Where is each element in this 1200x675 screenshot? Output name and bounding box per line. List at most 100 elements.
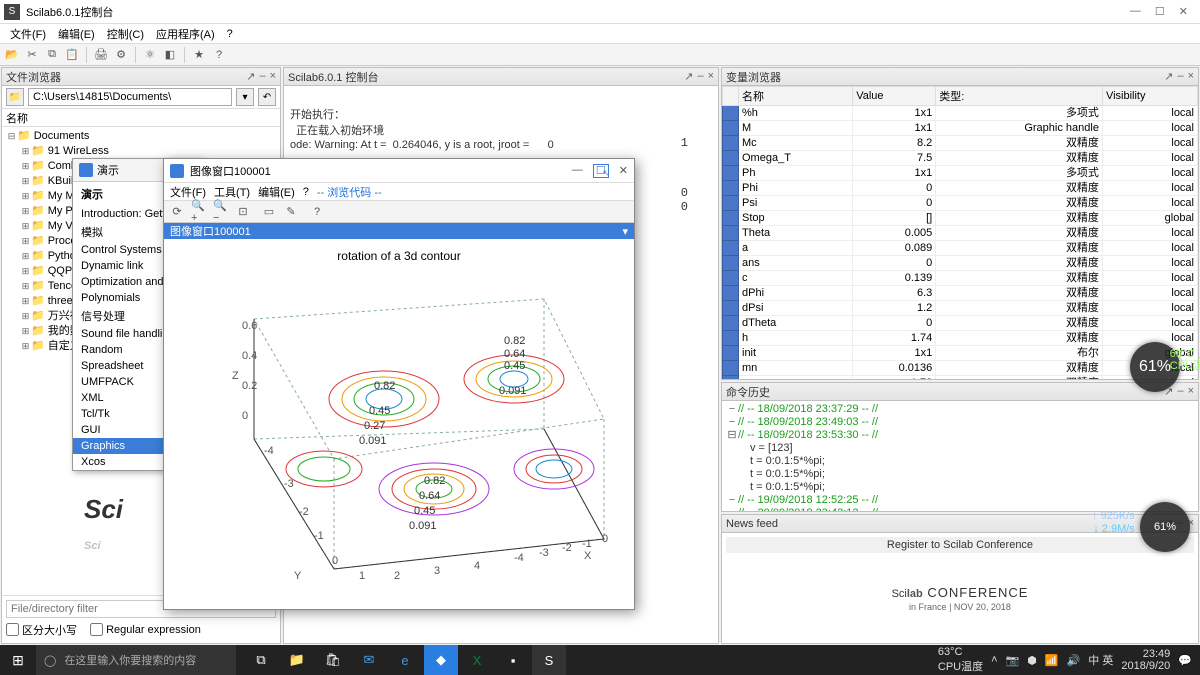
tray-wifi-icon[interactable]: 📶 bbox=[1045, 654, 1059, 667]
tray-clock[interactable]: 23:49 2018/9/20 bbox=[1121, 648, 1170, 672]
copy-icon[interactable]: ⧉ bbox=[44, 47, 60, 63]
table-row[interactable]: init1x1布尔global bbox=[723, 346, 1198, 361]
history-line[interactable]: v = [123] bbox=[726, 442, 1194, 455]
tray-temp[interactable]: 63°CCPU温度 bbox=[938, 646, 983, 674]
zoom-out-icon[interactable]: 🔍− bbox=[212, 203, 230, 221]
datatip-icon[interactable]: ✎ bbox=[282, 203, 300, 221]
undock-icon[interactable]: ↗ bbox=[1164, 70, 1173, 83]
gfx-help-icon[interactable]: ? bbox=[308, 203, 326, 221]
gfx-menu-tools[interactable]: 工具(T) bbox=[214, 184, 250, 200]
close-icon[interactable]: ✕ bbox=[1179, 5, 1188, 18]
app-store-icon[interactable]: 🛍 bbox=[316, 645, 350, 675]
table-row[interactable]: c0.139双精度local bbox=[723, 271, 1198, 286]
table-row[interactable]: h1.74双精度local bbox=[723, 331, 1198, 346]
gfx-tab-label[interactable]: 图像窗口100001 bbox=[170, 223, 622, 239]
gfx-menu-file[interactable]: 文件(F) bbox=[170, 184, 206, 200]
table-row[interactable]: Psi0双精度local bbox=[723, 196, 1198, 211]
maximize-icon[interactable]: ☐ bbox=[1155, 5, 1165, 18]
close-panel-icon[interactable]: × bbox=[270, 70, 276, 83]
minimize-panel-icon[interactable]: – bbox=[697, 70, 703, 83]
rotate-icon[interactable]: ⟳ bbox=[168, 203, 186, 221]
close-panel-icon[interactable]: × bbox=[1188, 385, 1194, 398]
gfx-menu-help[interactable]: ? bbox=[303, 186, 309, 198]
app-excel-icon[interactable]: X bbox=[460, 645, 494, 675]
help-icon[interactable]: ? bbox=[211, 47, 227, 63]
table-row[interactable]: Mc8.2双精度local bbox=[723, 136, 1198, 151]
print-icon[interactable]: 🖨 bbox=[93, 47, 109, 63]
tree-node[interactable]: ⊞📁91 WireLess bbox=[2, 144, 280, 159]
settings-icon[interactable]: ⚙ bbox=[113, 47, 129, 63]
history-body[interactable]: −// -- 18/09/2018 23:37:29 -- //−// -- 1… bbox=[722, 401, 1198, 511]
search-box[interactable]: ◯ 在这里输入你要搜索的内容 bbox=[36, 645, 236, 675]
close-panel-icon[interactable]: × bbox=[708, 70, 714, 83]
network-widget[interactable]: 61% ↑ 925K/s↓ 2.9M/s bbox=[1140, 502, 1190, 552]
table-row[interactable]: Theta0.005双精度local bbox=[723, 226, 1198, 241]
gfx-close-icon[interactable]: ✕ bbox=[619, 164, 628, 178]
atom-icon[interactable]: ⚛ bbox=[142, 47, 158, 63]
minimize-icon[interactable]: — bbox=[1130, 5, 1141, 18]
table-row[interactable]: mn0.0136双精度local bbox=[723, 361, 1198, 376]
path-input[interactable] bbox=[28, 88, 232, 106]
menu-file[interactable]: 文件(F) bbox=[6, 26, 50, 42]
tray-notifications-icon[interactable]: 💬 bbox=[1178, 654, 1192, 667]
table-row[interactable]: M1x1Graphic handlelocal bbox=[723, 121, 1198, 136]
tray-volume-icon[interactable]: 🔊 bbox=[1067, 654, 1081, 667]
history-line[interactable]: −// -- 18/09/2018 23:37:29 -- // bbox=[726, 403, 1194, 416]
tray-up-icon[interactable]: ˄ bbox=[991, 654, 997, 666]
history-line[interactable]: t = 0:0.1:5*%pi; bbox=[726, 468, 1194, 481]
history-line[interactable]: −// -- 19/09/2018 12:52:25 -- // bbox=[726, 494, 1194, 507]
news-link[interactable]: Register to Scilab Conference bbox=[726, 537, 1194, 553]
minimize-panel-icon[interactable]: – bbox=[1177, 385, 1183, 398]
app-edge-icon[interactable]: e bbox=[388, 645, 422, 675]
name-column-header[interactable]: 名称 bbox=[2, 109, 280, 127]
menu-help[interactable]: ? bbox=[223, 28, 237, 40]
table-row[interactable]: mx1.72双精度local bbox=[723, 376, 1198, 380]
tray-ime[interactable]: 中 英 bbox=[1088, 652, 1113, 668]
undock-icon[interactable]: ↗ bbox=[246, 70, 255, 83]
app-terminal-icon[interactable]: ▪ bbox=[496, 645, 530, 675]
table-row[interactable]: Phi0双精度local bbox=[723, 181, 1198, 196]
menu-apps[interactable]: 应用程序(A) bbox=[152, 26, 219, 42]
regex-checkbox[interactable]: Regular expression bbox=[90, 623, 201, 636]
gfx-minimize-icon[interactable]: — bbox=[572, 164, 583, 178]
undock-icon[interactable]: ↗ bbox=[684, 70, 693, 83]
cpu-widget[interactable]: 61% 63°C 🍃CPU温度 bbox=[1130, 342, 1180, 392]
history-line[interactable]: t = 0:0.1:5*%pi; bbox=[726, 481, 1194, 494]
task-view-icon[interactable]: ⧉ bbox=[244, 645, 278, 675]
history-line[interactable]: ⊟// -- 18/09/2018 23:53:30 -- // bbox=[726, 429, 1194, 442]
zoom-reset-icon[interactable]: ⊡ bbox=[234, 203, 252, 221]
history-line[interactable]: t = 0:0.1:5*%pi; bbox=[726, 455, 1194, 468]
minimize-panel-icon[interactable]: – bbox=[259, 70, 265, 83]
gfx-tab-menu-icon[interactable]: ▾ bbox=[622, 225, 628, 238]
variable-table[interactable]: 名称 Value 类型: Visibility %h1x1多项式localM1x… bbox=[722, 86, 1198, 379]
select-icon[interactable]: ▭ bbox=[260, 203, 278, 221]
app-explorer-icon[interactable]: 📁 bbox=[280, 645, 314, 675]
close-panel-icon[interactable]: × bbox=[1188, 70, 1194, 83]
menu-control[interactable]: 控制(C) bbox=[103, 26, 148, 42]
minimize-panel-icon[interactable]: – bbox=[1177, 70, 1183, 83]
tray-screenshot-icon[interactable]: 📷 bbox=[1006, 654, 1020, 667]
path-dropdown-icon[interactable]: ▾ bbox=[236, 88, 254, 106]
table-row[interactable]: ans0双精度local bbox=[723, 256, 1198, 271]
table-row[interactable]: %h1x1多项式local bbox=[723, 106, 1198, 121]
table-row[interactable]: dPsi1.2双精度local bbox=[723, 301, 1198, 316]
gfx-browse-code[interactable]: -- 浏览代码 -- bbox=[317, 184, 382, 200]
cut-icon[interactable]: ✂ bbox=[24, 47, 40, 63]
gfx-maximize-icon[interactable]: ☐ bbox=[593, 164, 609, 178]
folder-icon[interactable]: 📁 bbox=[6, 88, 24, 106]
path-up-icon[interactable]: ↶ bbox=[258, 88, 276, 106]
table-row[interactable]: Stop[]双精度global bbox=[723, 211, 1198, 226]
table-row[interactable]: Ph1x1多项式local bbox=[723, 166, 1198, 181]
case-checkbox[interactable]: 区分大小写 bbox=[6, 622, 77, 638]
table-row[interactable]: dTheta0双精度local bbox=[723, 316, 1198, 331]
gfx-menu-edit[interactable]: 编辑(E) bbox=[258, 184, 295, 200]
plot-canvas[interactable]: rotation of a 3d contour bbox=[164, 239, 634, 609]
tray-safe-icon[interactable]: ⬢ bbox=[1027, 654, 1037, 667]
table-row[interactable]: a0.089双精度local bbox=[723, 241, 1198, 256]
paste-icon[interactable]: 📋 bbox=[64, 47, 80, 63]
start-button[interactable]: ⊞ bbox=[0, 645, 36, 675]
bookmark-icon[interactable]: ★ bbox=[191, 47, 207, 63]
table-row[interactable]: Omega_T7.5双精度local bbox=[723, 151, 1198, 166]
menu-edit[interactable]: 编辑(E) bbox=[54, 26, 99, 42]
history-line[interactable]: −// -- 18/09/2018 23:49:03 -- // bbox=[726, 416, 1194, 429]
